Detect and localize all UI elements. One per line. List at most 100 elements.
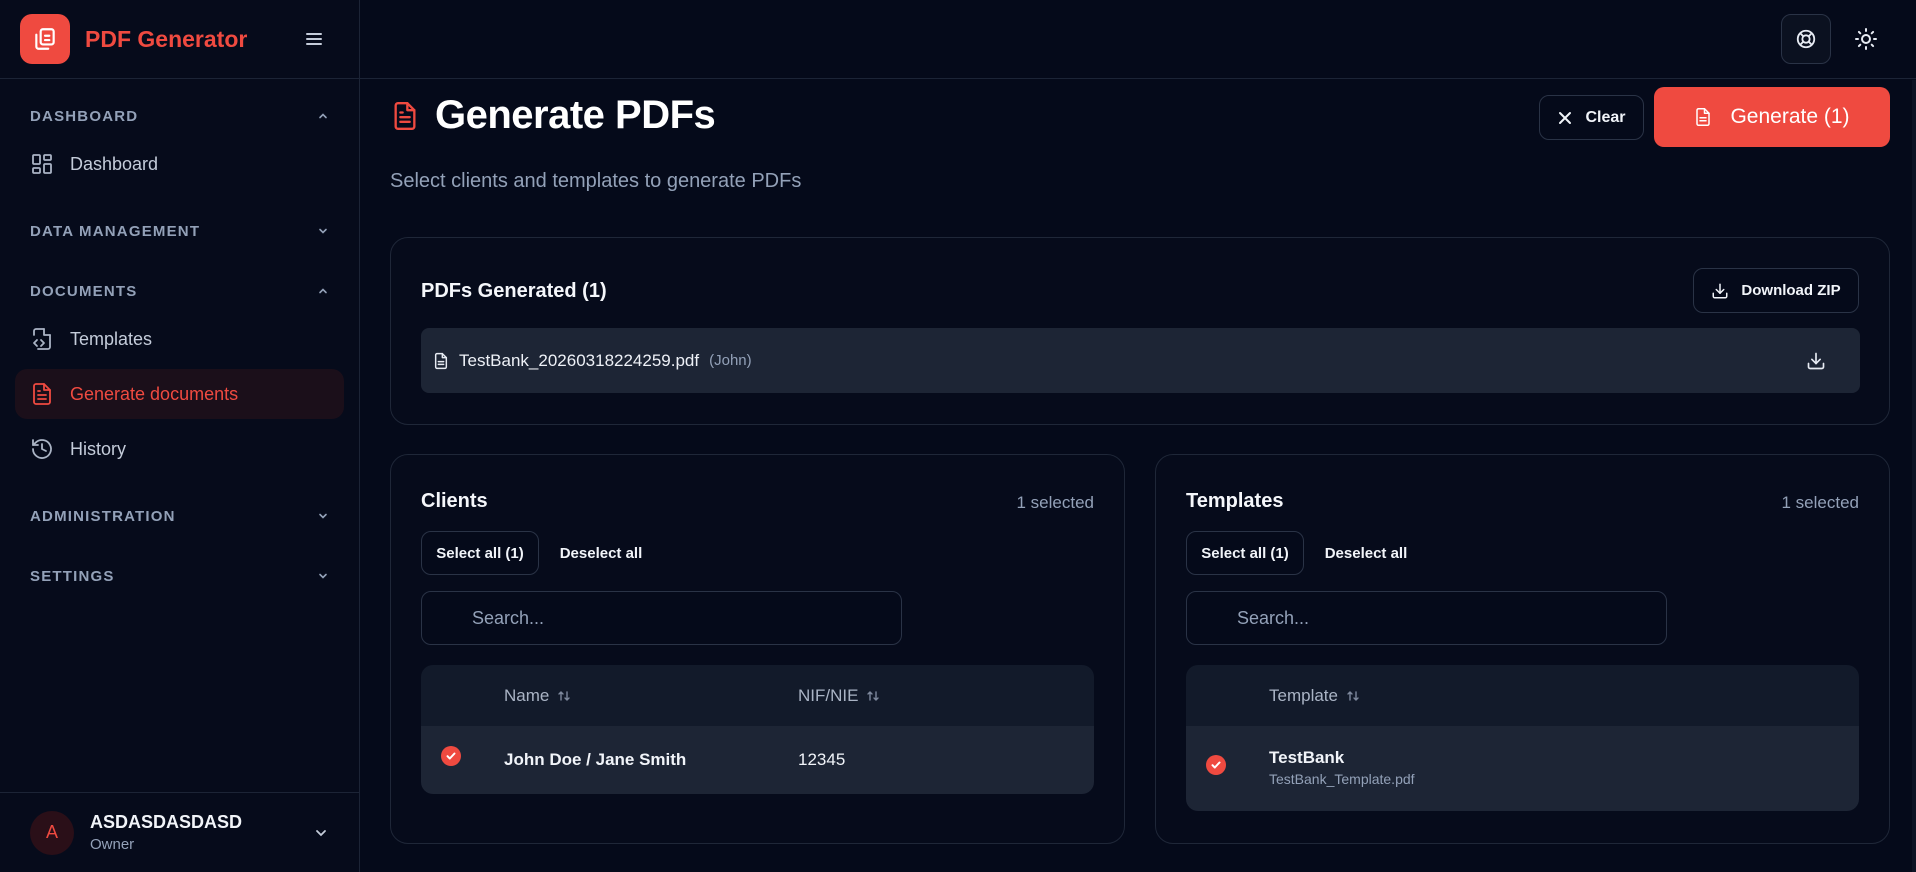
user-name: ASDASDASDASD (90, 812, 243, 832)
templates-selected-count: 1 selected (1781, 493, 1860, 512)
column-label: Name (504, 685, 550, 705)
clients-deselect-all-button[interactable]: Deselect all (546, 531, 656, 575)
section-dashboard[interactable]: DASHBOARD (15, 93, 344, 139)
check-icon (1211, 761, 1221, 769)
column-header-name[interactable]: Name (504, 686, 571, 706)
chevron-up-icon (319, 113, 327, 119)
check-icon (446, 752, 456, 760)
sidebar-nav: DASHBOARD Dashboard DATA MANAGEMENT DOCU… (0, 79, 359, 599)
column-label: NIF/NIE (798, 685, 859, 705)
history-icon (32, 439, 52, 459)
brand-header: PDF Generator (0, 0, 359, 79)
sidebar-item-generate-documents[interactable]: Generate documents (15, 369, 344, 419)
section-settings[interactable]: SETTINGS (15, 553, 344, 599)
generated-pdfs-title: PDFs Generated (1) (421, 280, 607, 302)
sort-icon (558, 690, 571, 701)
chevron-down-icon (316, 829, 326, 836)
scrollbar[interactable] (1912, 80, 1916, 872)
menu-toggle-button[interactable] (299, 24, 329, 54)
avatar: A (30, 810, 74, 855)
section-data-management[interactable]: DATA MANAGEMENT (15, 208, 344, 254)
sidebar-item-label: Generate documents (70, 383, 239, 404)
templates-card: Templates 1 selected Select all (1) Dese… (1155, 454, 1890, 844)
sort-icon (1347, 690, 1359, 701)
sidebar-item-label: Templates (70, 328, 153, 349)
page-title: Generate PDFs (435, 93, 716, 137)
user-meta: ASDASDASDASD Owner (90, 812, 242, 853)
file-icon (434, 352, 448, 369)
generated-file-row[interactable]: TestBank_20260318224259.pdf (John) (421, 328, 1860, 393)
row-checkbox[interactable] (441, 746, 461, 766)
column-header-template[interactable]: Template (1269, 686, 1360, 706)
section-label: DATA MANAGEMENT (30, 222, 201, 240)
generated-pdfs-card: PDFs Generated (1) Download ZIP TestBank… (390, 237, 1890, 425)
topbar (360, 0, 1916, 79)
clients-title: Clients (421, 490, 488, 512)
file-text-icon (394, 101, 416, 130)
templates-select-all-button[interactable]: Select all (1) (1186, 531, 1304, 575)
column-header-nif[interactable]: NIF/NIE (798, 686, 880, 706)
app-logo-icon[interactable] (20, 14, 70, 64)
sidebar-item-dashboard[interactable]: Dashboard (15, 139, 344, 189)
user-role: Owner (90, 836, 135, 853)
clients-card: Clients 1 selected Select all (1) Desele… (390, 454, 1125, 844)
clear-button[interactable]: Clear (1539, 95, 1644, 140)
sidebar: PDF Generator DASHBOARD Dashboard DATA M… (0, 0, 360, 872)
sidebar-item-label: Dashboard (70, 153, 159, 174)
sidebar-item-templates[interactable]: Templates (15, 314, 344, 364)
download-zip-label: Download ZIP (1741, 282, 1841, 299)
file-code-icon (33, 328, 51, 350)
download-icon (1712, 283, 1728, 298)
app-title[interactable]: PDF Generator (85, 26, 247, 53)
client-nif-cell: 12345 (798, 750, 846, 769)
clients-search-input[interactable] (421, 591, 902, 645)
section-label: ADMINISTRATION (30, 507, 176, 525)
support-button[interactable] (1781, 14, 1831, 64)
column-label: Template (1269, 685, 1338, 705)
template-cell: TestBank TestBank_Template.pdf (1269, 748, 1415, 787)
close-icon (1559, 111, 1572, 124)
theme-toggle-button[interactable] (1841, 14, 1891, 64)
sidebar-item-label: History (70, 438, 127, 459)
section-administration[interactable]: ADMINISTRATION (15, 493, 344, 539)
section-label: SETTINGS (30, 567, 115, 585)
file-text-icon (1696, 108, 1711, 126)
download-zip-button[interactable]: Download ZIP (1693, 268, 1859, 313)
table-row[interactable]: TestBank TestBank_Template.pdf (1186, 726, 1859, 811)
clients-select-all-button[interactable]: Select all (1) (421, 531, 539, 575)
page-subtitle: Select clients and templates to generate… (390, 170, 802, 192)
clients-selected-count: 1 selected (1016, 493, 1095, 512)
user-menu[interactable]: A ASDASDASDASD Owner (0, 792, 359, 872)
table-header: Template (1186, 665, 1859, 726)
main-content: Generate PDFs Select clients and templat… (360, 80, 1916, 872)
templates-search-input[interactable] (1186, 591, 1667, 645)
download-icon[interactable] (1806, 351, 1826, 371)
templates-title: Templates (1186, 490, 1284, 512)
generate-label: Generate (1) (1730, 105, 1850, 128)
table-row[interactable]: John Doe / Jane Smith 12345 (421, 726, 1094, 794)
client-name-cell: John Doe / Jane Smith (504, 750, 687, 769)
generated-file-owner: (John) (709, 352, 752, 369)
chevron-up-icon (319, 288, 327, 294)
chevron-down-icon (319, 573, 327, 579)
clients-table: Name NIF/NIE John Doe / Jane Smith 12345 (421, 665, 1094, 794)
templates-deselect-all-button[interactable]: Deselect all (1311, 531, 1421, 575)
generate-button[interactable]: Generate (1) (1654, 87, 1890, 147)
templates-table: Template TestBank TestBank_Template.pdf (1186, 665, 1859, 811)
file-text-icon (33, 383, 51, 405)
chevron-down-icon (319, 228, 327, 234)
section-label: DASHBOARD (30, 107, 139, 125)
chevron-down-icon (319, 513, 327, 519)
sidebar-item-history[interactable]: History (15, 424, 344, 474)
sort-icon (867, 690, 880, 701)
template-name: TestBank (1269, 748, 1345, 767)
template-file: TestBank_Template.pdf (1269, 771, 1415, 787)
section-documents[interactable]: DOCUMENTS (15, 268, 344, 314)
row-checkbox[interactable] (1206, 755, 1226, 775)
lifebuoy-icon (1796, 29, 1816, 49)
dashboard-icon (32, 154, 52, 174)
generated-file-name: TestBank_20260318224259.pdf (459, 350, 700, 370)
sun-icon (1855, 28, 1877, 50)
table-header: Name NIF/NIE (421, 665, 1094, 726)
section-label: DOCUMENTS (30, 282, 138, 300)
